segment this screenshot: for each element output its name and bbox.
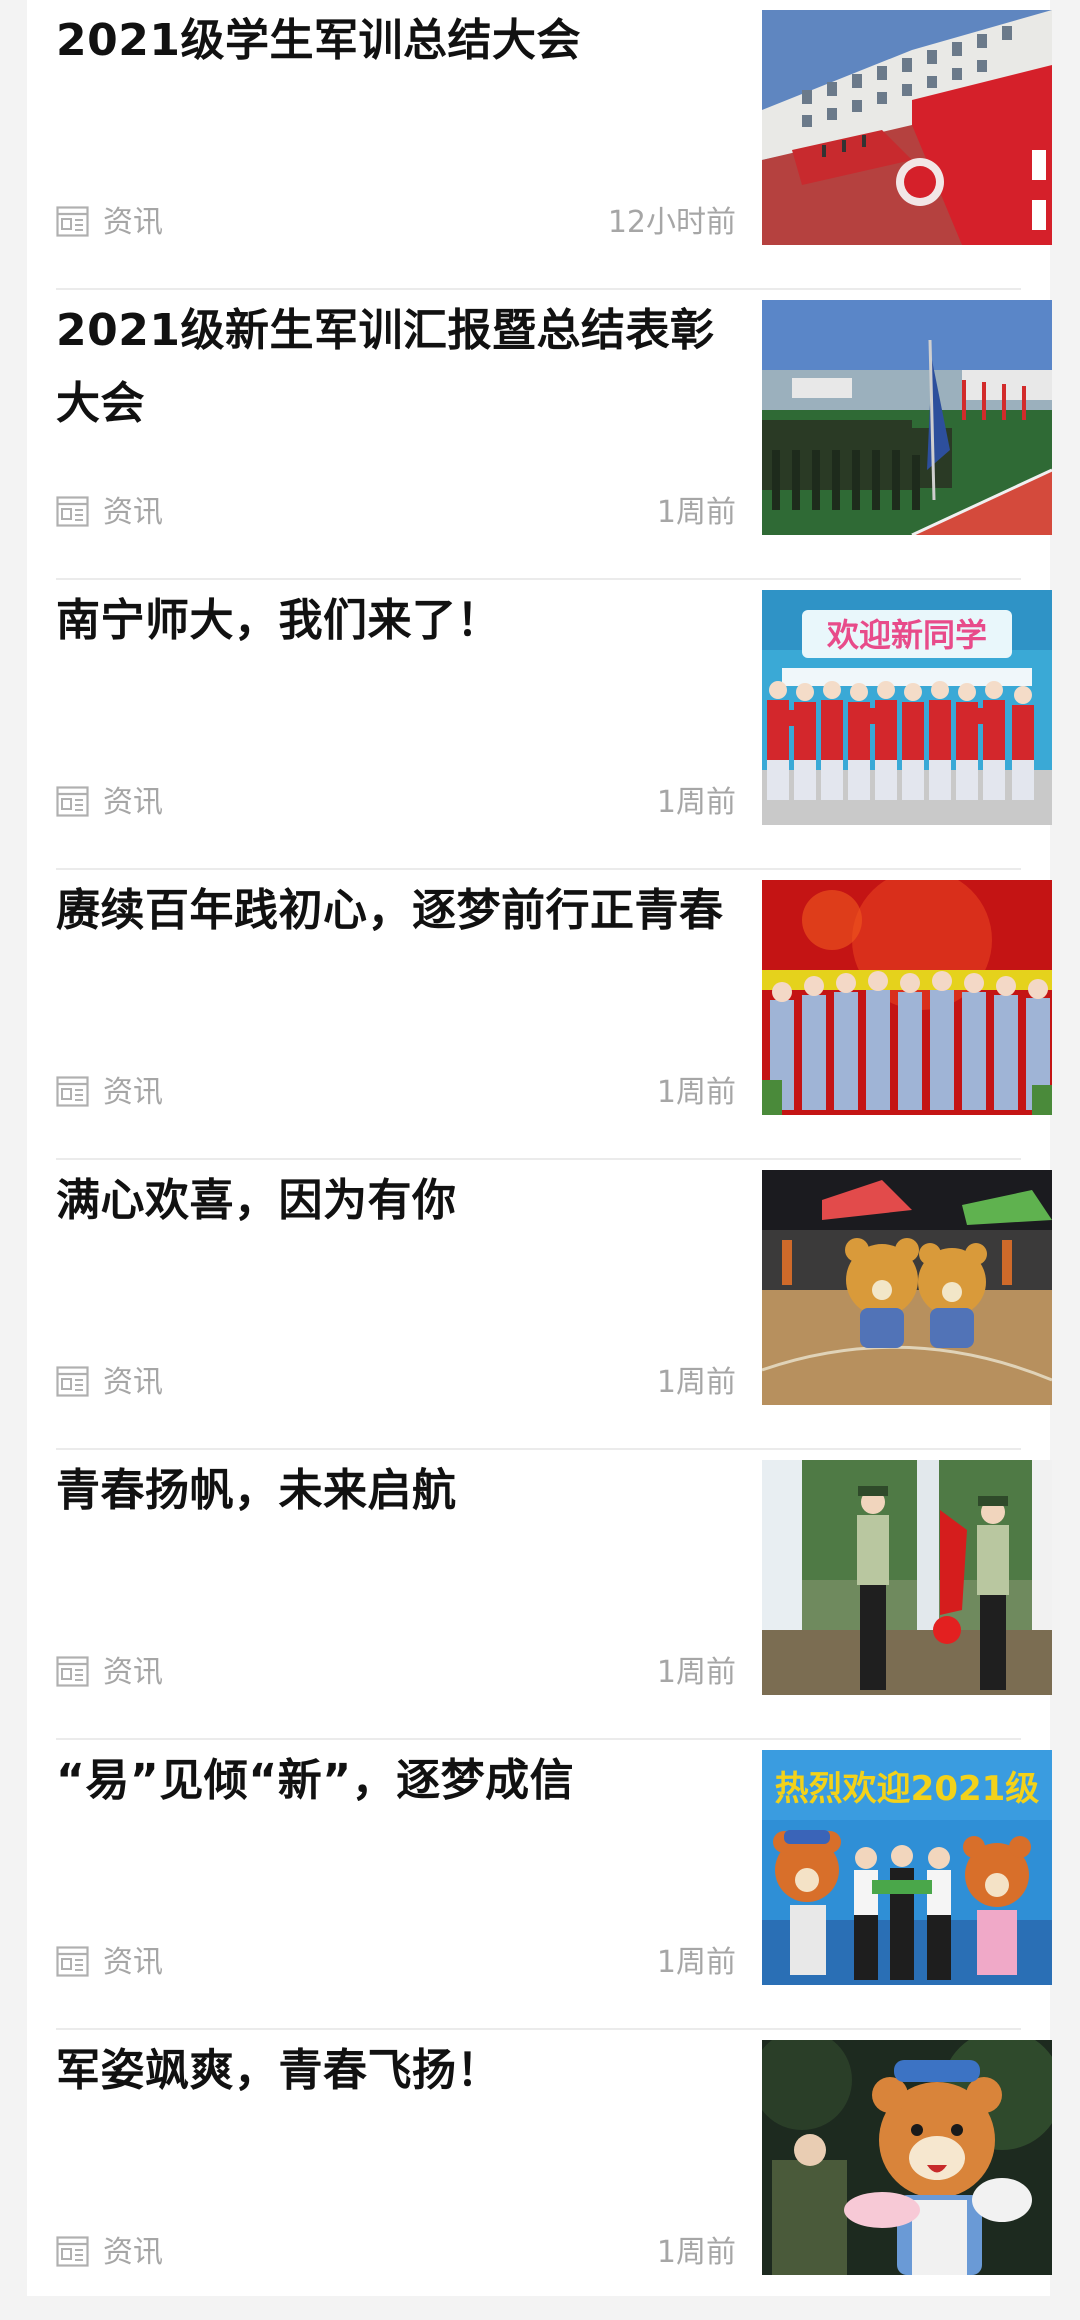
news-meta: 资讯 1周前 bbox=[56, 1653, 736, 1693]
news-thumbnail[interactable] bbox=[762, 880, 1052, 1115]
news-item[interactable]: 青春扬帆，未来启航 资讯 1周前 bbox=[56, 1450, 1052, 1740]
news-time: 1周前 bbox=[656, 1945, 736, 1980]
news-meta: 资讯 1周前 bbox=[56, 1073, 736, 1113]
news-item[interactable]: “易”见倾“新”，逐梦成信 资讯 1周前 热烈欢迎2021级 bbox=[56, 1740, 1052, 2030]
news-icon bbox=[56, 1076, 89, 1107]
news-meta: 资讯 1周前 bbox=[56, 1943, 736, 1983]
news-title[interactable]: 赓续百年践初心，逐梦前行正青春 bbox=[56, 874, 736, 947]
news-icon bbox=[56, 1946, 89, 1977]
news-time: 1周前 bbox=[656, 1655, 736, 1690]
news-title[interactable]: 军姿飒爽，青春飞扬！ bbox=[56, 2034, 736, 2107]
news-thumbnail[interactable]: 热烈欢迎2021级 bbox=[762, 1750, 1052, 1985]
news-category: 资讯 bbox=[103, 1945, 163, 1980]
news-title[interactable]: 2021级新生军训汇报暨总结表彰大会 bbox=[56, 294, 736, 440]
news-item[interactable]: 南宁师大，我们来了！ 资讯 1周前 欢迎新同学 bbox=[56, 580, 1052, 870]
news-meta: 资讯 1周前 bbox=[56, 2233, 736, 2273]
news-title[interactable]: 满心欢喜，因为有你 bbox=[56, 1164, 736, 1237]
news-item[interactable]: 军姿飒爽，青春飞扬！ 资讯 1周前 bbox=[56, 2030, 1052, 2320]
thumb-banner-text: 热烈欢迎2021级 bbox=[775, 1769, 1040, 1809]
news-thumbnail[interactable] bbox=[762, 2040, 1052, 2275]
news-thumbnail[interactable] bbox=[762, 10, 1052, 245]
news-meta: 资讯 1周前 bbox=[56, 1363, 736, 1403]
news-thumbnail[interactable]: 欢迎新同学 bbox=[762, 590, 1052, 825]
news-title[interactable]: 2021级学生军训总结大会 bbox=[56, 4, 736, 77]
news-icon bbox=[56, 1366, 89, 1397]
news-category: 资讯 bbox=[103, 1365, 163, 1400]
news-item[interactable]: 2021级新生军训汇报暨总结表彰大会 资讯 1周前 bbox=[56, 290, 1052, 580]
news-meta: 资讯 12小时前 bbox=[56, 203, 736, 243]
news-icon bbox=[56, 2236, 89, 2267]
news-icon bbox=[56, 786, 89, 817]
news-thumbnail[interactable] bbox=[762, 1170, 1052, 1405]
news-title[interactable]: 南宁师大，我们来了！ bbox=[56, 584, 736, 657]
news-category: 资讯 bbox=[103, 1075, 163, 1110]
news-meta: 资讯 1周前 bbox=[56, 493, 736, 533]
news-category: 资讯 bbox=[103, 1655, 163, 1690]
news-time: 1周前 bbox=[656, 785, 736, 820]
news-icon bbox=[56, 206, 89, 237]
news-feed: 2021级学生军训总结大会 资讯 12小时前 2021级新生军训汇报暨总结表彰大… bbox=[27, 0, 1052, 2296]
news-icon bbox=[56, 496, 89, 527]
news-item[interactable]: 赓续百年践初心，逐梦前行正青春 资讯 1周前 bbox=[56, 870, 1052, 1160]
news-item[interactable]: 2021级学生军训总结大会 资讯 12小时前 bbox=[56, 0, 1052, 290]
thumb-sign-text: 欢迎新同学 bbox=[826, 616, 987, 654]
news-category: 资讯 bbox=[103, 495, 163, 530]
news-time: 1周前 bbox=[656, 2235, 736, 2270]
news-item[interactable]: 满心欢喜，因为有你 资讯 1周前 bbox=[56, 1160, 1052, 1450]
news-time: 1周前 bbox=[656, 1365, 736, 1400]
news-thumbnail[interactable] bbox=[762, 300, 1052, 535]
news-thumbnail[interactable] bbox=[762, 1460, 1052, 1695]
news-meta: 资讯 1周前 bbox=[56, 783, 736, 823]
news-category: 资讯 bbox=[103, 2235, 163, 2270]
news-title[interactable]: 青春扬帆，未来启航 bbox=[56, 1454, 736, 1527]
news-icon bbox=[56, 1656, 89, 1687]
news-title[interactable]: “易”见倾“新”，逐梦成信 bbox=[56, 1744, 736, 1817]
news-time: 1周前 bbox=[656, 495, 736, 530]
news-category: 资讯 bbox=[103, 205, 163, 240]
news-time: 1周前 bbox=[656, 1075, 736, 1110]
news-time: 12小时前 bbox=[607, 205, 736, 240]
news-category: 资讯 bbox=[103, 785, 163, 820]
